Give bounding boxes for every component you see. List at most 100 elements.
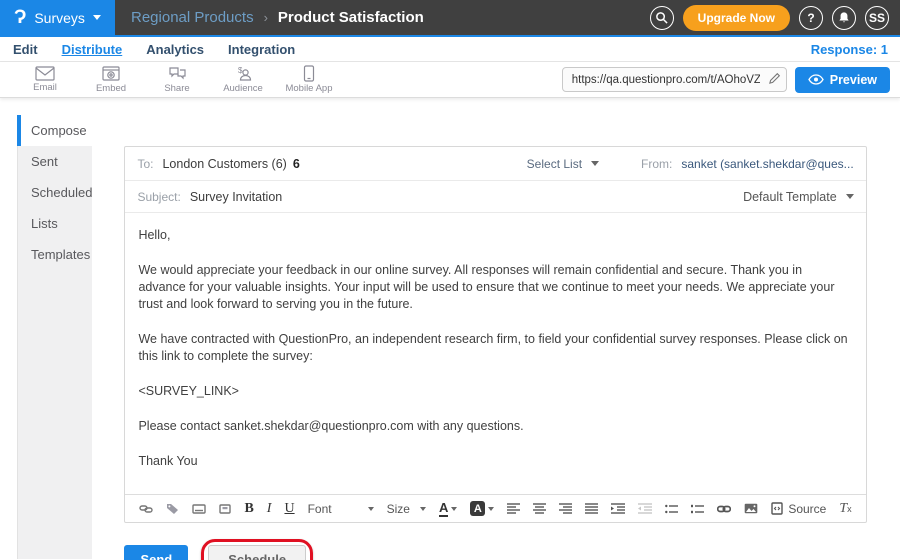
background-color-icon: A	[470, 501, 485, 516]
underline-button[interactable]: U	[284, 501, 294, 517]
numbered-list-button[interactable]	[691, 504, 704, 514]
insert-link-field-button[interactable]	[139, 503, 153, 514]
insert-tag-button[interactable]	[166, 503, 179, 515]
survey-url-input[interactable]	[562, 67, 787, 92]
body-paragraph: Please contact sanket.shekdar@questionpr…	[138, 418, 852, 435]
align-right-icon	[559, 503, 572, 514]
align-left-button[interactable]	[507, 503, 520, 514]
survey-url-group	[562, 67, 787, 92]
font-dropdown[interactable]: Font	[308, 502, 374, 516]
outdent-icon	[638, 503, 652, 514]
notifications-button[interactable]	[832, 6, 856, 30]
indent-button[interactable]	[611, 503, 625, 514]
chevron-down-icon	[846, 194, 854, 199]
to-label: To:	[137, 157, 153, 171]
svg-text:$: $	[238, 66, 243, 75]
outdent-button[interactable]	[638, 503, 652, 514]
remove-format-button[interactable]: Tx	[839, 501, 851, 517]
to-row: To: London Customers (6) 6 Select List F…	[125, 147, 865, 181]
breadcrumb-folder-link[interactable]: Regional Products	[131, 9, 254, 26]
body-paragraph: Thank You	[138, 453, 852, 470]
channel-embed[interactable]: Embed	[78, 66, 144, 94]
align-right-button[interactable]	[559, 503, 572, 514]
align-left-icon	[507, 503, 520, 514]
annotation-highlight: Schedule	[201, 539, 313, 560]
email-form: To: London Customers (6) 6 Select List F…	[124, 146, 866, 523]
justify-button[interactable]	[585, 503, 598, 514]
preview-button[interactable]: Preview	[795, 67, 890, 93]
channel-email[interactable]: Email	[12, 66, 78, 93]
channel-audience[interactable]: $ Audience	[210, 66, 276, 94]
template-dropdown[interactable]: Default Template	[743, 190, 854, 204]
bullet-list-button[interactable]	[665, 504, 678, 514]
tab-edit[interactable]: Edit	[13, 42, 38, 57]
to-list-value[interactable]: London Customers (6)	[162, 157, 286, 171]
breadcrumb-survey-name: Product Satisfaction	[278, 9, 424, 26]
from-email-value[interactable]: sanket (sanket.shekdar@ques...	[681, 157, 853, 171]
questionpro-logo-icon: Ɂ	[14, 8, 26, 27]
chain-link-icon	[139, 503, 153, 514]
tag-icon	[166, 503, 179, 515]
bell-icon	[838, 11, 850, 24]
top-header: Ɂ Surveys Regional Products › Product Sa…	[0, 0, 900, 37]
select-list-dropdown[interactable]: Select List	[527, 157, 599, 171]
insert-hyperlink-button[interactable]	[717, 505, 731, 513]
insert-button-button[interactable]	[219, 504, 231, 514]
survey-nav: Edit Distribute Analytics Integration Re…	[0, 37, 900, 62]
surveys-menu[interactable]: Ɂ Surveys	[0, 0, 115, 35]
edit-url-button[interactable]	[768, 72, 781, 88]
justify-icon	[585, 503, 598, 514]
sidebar-item-sent[interactable]: Sent	[17, 146, 92, 177]
question-mark-icon: ?	[807, 11, 814, 25]
chevron-down-icon	[93, 15, 101, 20]
tab-analytics[interactable]: Analytics	[146, 42, 204, 57]
italic-button[interactable]: I	[267, 501, 272, 517]
chevron-down-icon	[591, 161, 599, 166]
text-field-icon	[192, 504, 206, 514]
bold-button[interactable]: B	[244, 501, 253, 517]
pencil-icon	[768, 72, 781, 85]
sidebar-item-templates[interactable]: Templates	[17, 239, 92, 270]
channel-share[interactable]: Share	[144, 66, 210, 94]
share-icon	[168, 66, 187, 82]
chevron-down-icon	[368, 507, 374, 511]
sidebar-item-lists[interactable]: Lists	[17, 208, 92, 239]
email-sidebar: Compose Sent Scheduled Lists Templates	[17, 115, 92, 559]
surveys-menu-label: Surveys	[34, 10, 85, 26]
email-icon	[35, 66, 55, 81]
header-actions: Upgrade Now ? SS	[650, 0, 889, 35]
send-button[interactable]: Send	[124, 545, 188, 560]
schedule-button[interactable]: Schedule	[208, 545, 306, 560]
embed-icon	[102, 66, 120, 82]
upgrade-now-button[interactable]: Upgrade Now	[683, 5, 790, 31]
tab-integration[interactable]: Integration	[228, 42, 295, 57]
help-button[interactable]: ?	[799, 6, 823, 30]
text-color-button[interactable]: A	[439, 501, 457, 517]
eye-icon	[808, 74, 824, 85]
breadcrumb-separator: ›	[264, 10, 268, 25]
user-avatar[interactable]: SS	[865, 6, 889, 30]
button-icon	[219, 504, 231, 514]
insert-image-button[interactable]	[744, 503, 758, 514]
numbered-list-icon	[691, 504, 704, 514]
background-color-button[interactable]: A	[470, 501, 494, 516]
source-button[interactable]: Source	[771, 502, 826, 516]
recipient-count: 6	[293, 157, 300, 171]
tab-distribute[interactable]: Distribute	[62, 42, 123, 57]
sidebar-item-compose[interactable]: Compose	[17, 115, 92, 146]
mobile-app-icon	[303, 65, 315, 82]
action-buttons: Send Schedule	[124, 539, 866, 560]
body-paragraph: <SURVEY_LINK>	[138, 383, 852, 400]
body-paragraph: We would appreciate your feedback in our…	[138, 262, 852, 313]
email-body-editor[interactable]: Hello, We would appreciate your feedback…	[125, 213, 865, 494]
chevron-down-icon	[451, 507, 457, 511]
insert-field-button[interactable]	[192, 504, 206, 514]
search-button[interactable]	[650, 6, 674, 30]
size-dropdown[interactable]: Size	[387, 502, 426, 516]
search-icon	[655, 11, 668, 24]
sidebar-item-scheduled[interactable]: Scheduled	[17, 177, 92, 208]
subject-value[interactable]: Survey Invitation	[190, 190, 282, 204]
chevron-down-icon	[488, 507, 494, 511]
channel-mobile-app[interactable]: Mobile App	[276, 65, 342, 94]
align-center-button[interactable]	[533, 503, 546, 514]
